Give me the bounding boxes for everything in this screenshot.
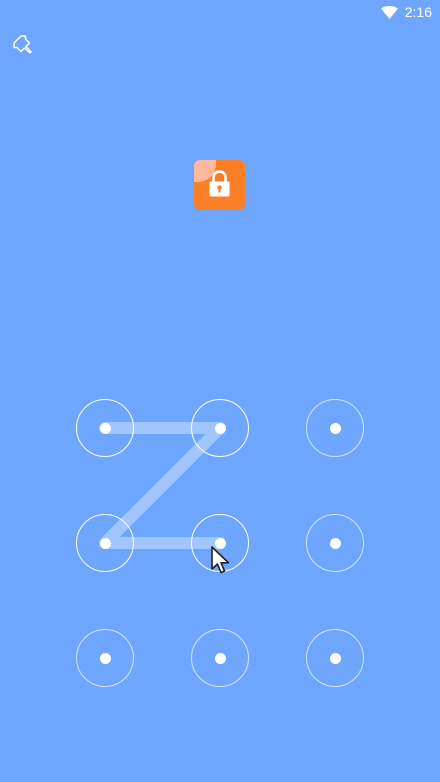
pattern-dot — [329, 422, 341, 434]
pattern-node-8[interactable] — [191, 629, 249, 687]
pattern-dot — [99, 537, 111, 549]
pattern-dot — [329, 537, 341, 549]
pattern-node-6[interactable] — [306, 514, 364, 572]
pattern-node-3[interactable] — [306, 399, 364, 457]
pattern-dot — [329, 652, 341, 664]
pattern-node-2[interactable] — [191, 399, 249, 457]
pattern-node-7[interactable] — [76, 629, 134, 687]
pattern-lock — [0, 0, 440, 782]
pattern-dot — [214, 422, 226, 434]
pattern-node-1[interactable] — [76, 399, 134, 457]
pattern-dot — [99, 652, 111, 664]
pattern-node-4[interactable] — [76, 514, 134, 572]
pattern-dot — [214, 652, 226, 664]
mouse-cursor-icon — [211, 546, 230, 574]
pattern-node-9[interactable] — [306, 629, 364, 687]
pattern-dot — [99, 422, 111, 434]
